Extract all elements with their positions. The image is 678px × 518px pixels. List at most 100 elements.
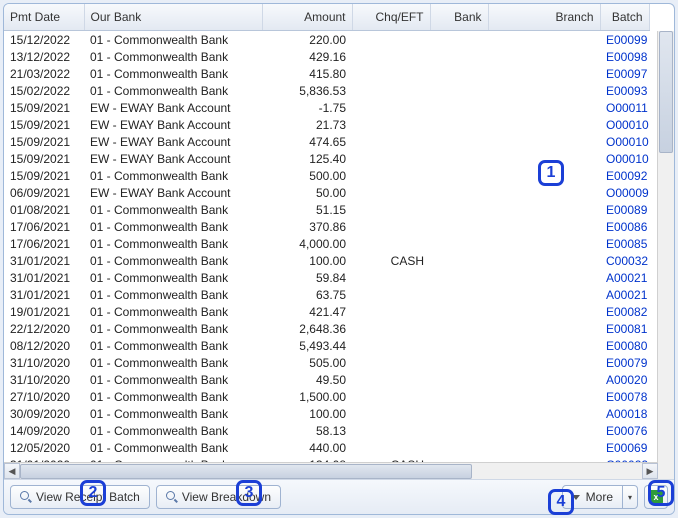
cell-batch[interactable]: E00099	[600, 31, 649, 48]
col-pmt-date[interactable]: Pmt Date	[4, 4, 84, 31]
cell-pmt-date: 15/09/2021	[4, 116, 84, 133]
table-row[interactable]: 21/03/202201 - Commonwealth Bank415.80E0…	[4, 65, 649, 82]
cell-batch[interactable]: E00078	[600, 388, 649, 405]
table-row[interactable]: 12/05/202001 - Commonwealth Bank440.00E0…	[4, 439, 649, 456]
col-bank[interactable]: Bank	[430, 4, 488, 31]
cell-batch[interactable]: A00018	[600, 405, 649, 422]
cell-amount: 51.15	[262, 201, 352, 218]
cell-bank	[430, 422, 488, 439]
more-dropdown-toggle[interactable]: ▾	[623, 485, 638, 509]
col-chq-eft[interactable]: Chq/EFT	[352, 4, 430, 31]
cell-batch[interactable]: A00020	[600, 371, 649, 388]
cell-amount: 21.73	[262, 116, 352, 133]
scroll-left-arrow-icon[interactable]: ◀	[4, 463, 20, 479]
cell-bank	[430, 354, 488, 371]
cell-bank	[430, 235, 488, 252]
callout-2: 2	[80, 480, 106, 506]
cell-batch[interactable]: A00021	[600, 269, 649, 286]
cell-pmt-date: 22/12/2020	[4, 320, 84, 337]
col-our-bank[interactable]: Our Bank	[84, 4, 262, 31]
view-breakdown-button[interactable]: View Breakdown	[156, 485, 281, 509]
table-row[interactable]: 17/06/202101 - Commonwealth Bank370.86E0…	[4, 218, 649, 235]
table-row[interactable]: 30/09/202001 - Commonwealth Bank100.00A0…	[4, 405, 649, 422]
cell-batch[interactable]: E00089	[600, 201, 649, 218]
cell-batch[interactable]: O00010	[600, 116, 649, 133]
table-row[interactable]: 15/12/202201 - Commonwealth Bank220.00E0…	[4, 31, 649, 48]
cell-bank	[430, 218, 488, 235]
table-row[interactable]: 17/06/202101 - Commonwealth Bank4,000.00…	[4, 235, 649, 252]
cell-batch[interactable]: E00086	[600, 218, 649, 235]
cell-branch	[488, 320, 600, 337]
cell-chq-eft	[352, 184, 430, 201]
cell-chq-eft	[352, 116, 430, 133]
cell-batch[interactable]: C00032	[600, 252, 649, 269]
table-row[interactable]: 22/12/202001 - Commonwealth Bank2,648.36…	[4, 320, 649, 337]
cell-batch[interactable]: E00081	[600, 320, 649, 337]
cell-bank	[430, 167, 488, 184]
cell-batch[interactable]: E00080	[600, 337, 649, 354]
table-row[interactable]: 14/09/202001 - Commonwealth Bank58.13E00…	[4, 422, 649, 439]
cell-our-bank: 01 - Commonwealth Bank	[84, 439, 262, 456]
cell-branch	[488, 235, 600, 252]
table-row[interactable]: 15/02/202201 - Commonwealth Bank5,836.53…	[4, 82, 649, 99]
table-row[interactable]: 15/09/2021EW - EWAY Bank Account474.65O0…	[4, 133, 649, 150]
cell-batch[interactable]: E00098	[600, 48, 649, 65]
cell-branch	[488, 354, 600, 371]
horizontal-scrollbar[interactable]: ◀ ▶	[4, 462, 658, 479]
cell-batch[interactable]: E00085	[600, 235, 649, 252]
table-row[interactable]: 31/10/202001 - Commonwealth Bank505.00E0…	[4, 354, 649, 371]
cell-our-bank: 01 - Commonwealth Bank	[84, 48, 262, 65]
cell-amount: 100.00	[262, 405, 352, 422]
cell-pmt-date: 31/01/2021	[4, 269, 84, 286]
cell-our-bank: EW - EWAY Bank Account	[84, 184, 262, 201]
cell-batch[interactable]: E00079	[600, 354, 649, 371]
cell-batch[interactable]: E00076	[600, 422, 649, 439]
table-row[interactable]: 15/09/2021EW - EWAY Bank Account-1.75O00…	[4, 99, 649, 116]
receipts-panel: Pmt Date Our Bank Amount Chq/EFT Bank Br…	[3, 3, 675, 515]
cell-branch	[488, 133, 600, 150]
vertical-scrollbar[interactable]	[657, 31, 674, 463]
table-row[interactable]: 13/12/202201 - Commonwealth Bank429.16E0…	[4, 48, 649, 65]
table-row[interactable]: 01/08/202101 - Commonwealth Bank51.15E00…	[4, 201, 649, 218]
cell-batch[interactable]: E00082	[600, 303, 649, 320]
cell-branch	[488, 184, 600, 201]
cell-batch[interactable]: O00010	[600, 150, 649, 167]
cell-branch	[488, 31, 600, 48]
cell-batch[interactable]: E00097	[600, 65, 649, 82]
cell-bank	[430, 286, 488, 303]
table-row[interactable]: 27/10/202001 - Commonwealth Bank1,500.00…	[4, 388, 649, 405]
cell-branch	[488, 82, 600, 99]
cell-chq-eft	[352, 167, 430, 184]
cell-our-bank: 01 - Commonwealth Bank	[84, 286, 262, 303]
scroll-right-arrow-icon[interactable]: ▶	[642, 463, 658, 479]
table-row[interactable]: 31/01/202101 - Commonwealth Bank100.00CA…	[4, 252, 649, 269]
table-row[interactable]: 15/09/2021EW - EWAY Bank Account21.73 O00…	[4, 116, 649, 133]
table-row[interactable]: 19/01/202101 - Commonwealth Bank421.47E0…	[4, 303, 649, 320]
cell-batch[interactable]: O00009	[600, 184, 649, 201]
cell-batch[interactable]: E00093	[600, 82, 649, 99]
cell-batch[interactable]: O00010	[600, 133, 649, 150]
cell-batch[interactable]: E00092	[600, 167, 649, 184]
col-amount[interactable]: Amount	[262, 4, 352, 31]
col-batch[interactable]: Batch	[600, 4, 649, 31]
cell-chq-eft	[352, 303, 430, 320]
table-row[interactable]: 31/01/202101 - Commonwealth Bank63.75A00…	[4, 286, 649, 303]
table-row[interactable]: 31/10/202001 - Commonwealth Bank49.50A00…	[4, 371, 649, 388]
table-row[interactable]: 08/12/202001 - Commonwealth Bank5,493.44…	[4, 337, 649, 354]
cell-branch	[488, 388, 600, 405]
cell-our-bank: EW - EWAY Bank Account	[84, 116, 262, 133]
table-body-viewport: 15/12/202201 - Commonwealth Bank220.00E0…	[4, 31, 674, 463]
cell-branch	[488, 252, 600, 269]
cell-batch[interactable]: O00011	[600, 99, 649, 116]
vertical-scroll-thumb[interactable]	[659, 31, 673, 153]
cell-bank	[430, 82, 488, 99]
col-branch[interactable]: Branch	[488, 4, 600, 31]
cell-batch[interactable]: E00069	[600, 439, 649, 456]
cell-bank	[430, 303, 488, 320]
cell-our-bank: 01 - Commonwealth Bank	[84, 269, 262, 286]
table-row[interactable]: 31/01/202101 - Commonwealth Bank59.84A00…	[4, 269, 649, 286]
table-row[interactable]: 06/09/2021EW - EWAY Bank Account50.00O00…	[4, 184, 649, 201]
horizontal-scroll-thumb[interactable]	[20, 464, 472, 479]
cell-batch[interactable]: A00021	[600, 286, 649, 303]
cell-pmt-date: 30/09/2020	[4, 405, 84, 422]
